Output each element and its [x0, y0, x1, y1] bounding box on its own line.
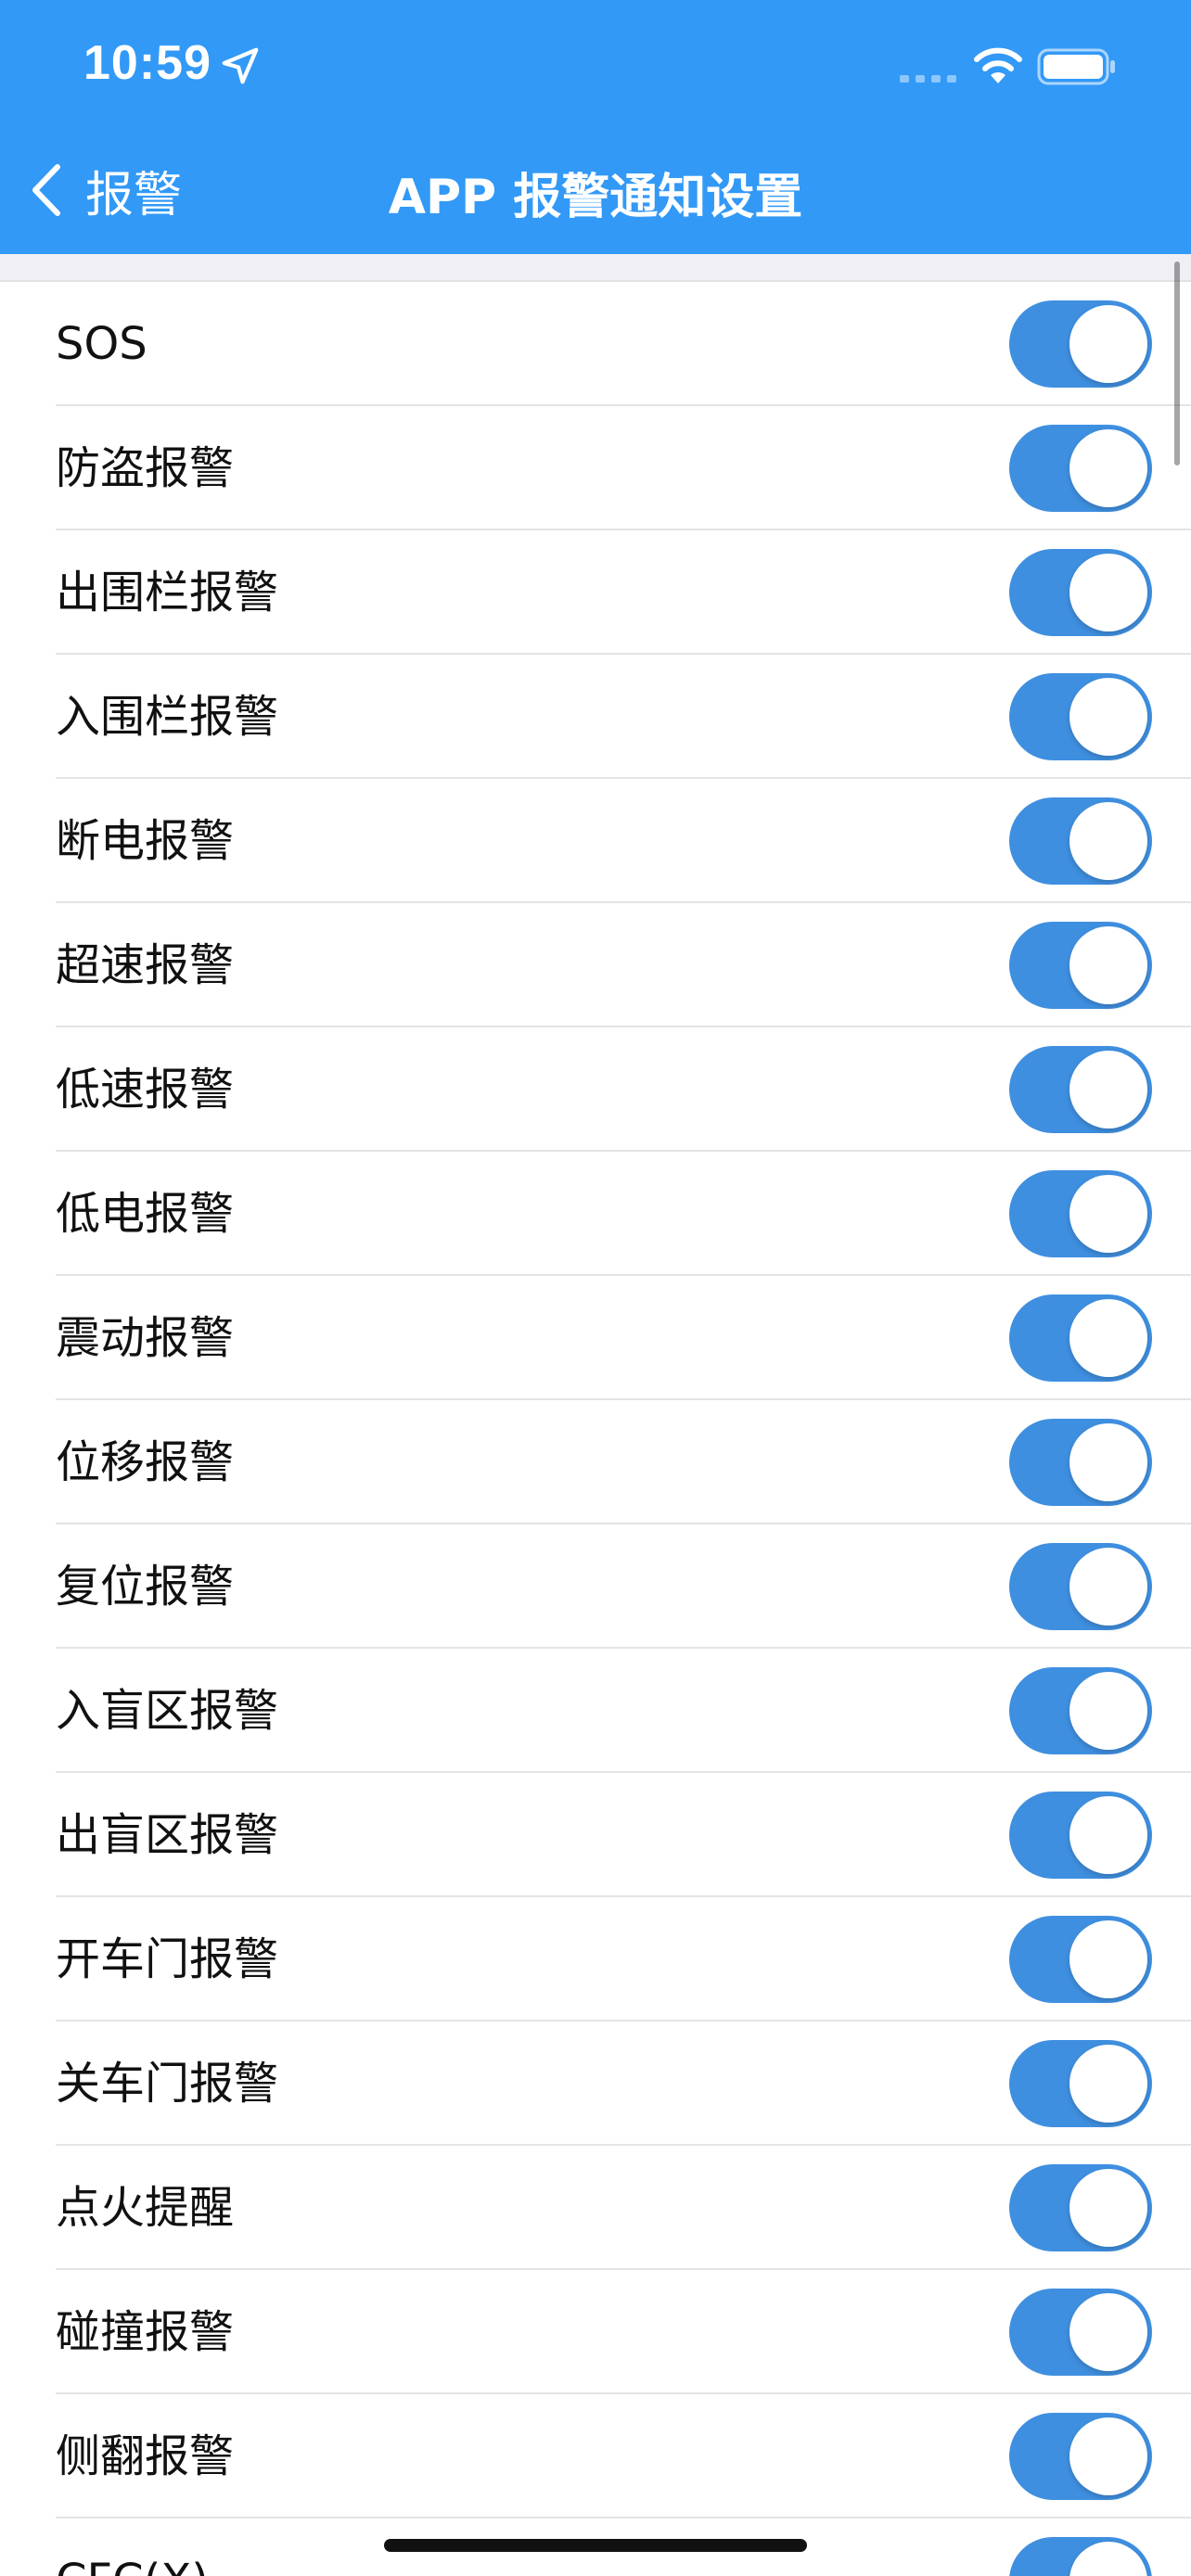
alarm-row: 出盲区报警 [0, 1773, 1191, 1897]
alarm-label: 入盲区报警 [56, 1685, 279, 1737]
alarm-label: SOS [56, 318, 147, 370]
alarm-label: 侧翻报警 [56, 2430, 235, 2482]
alarm-row: 复位报警 [0, 1524, 1191, 1649]
alarm-toggle[interactable] [1009, 1170, 1152, 1257]
toggle-knob [1069, 802, 1147, 880]
alarm-label: 超速报警 [56, 939, 235, 991]
alarm-label: 点火提醒 [56, 2182, 235, 2234]
alarm-row: SOS [0, 282, 1191, 406]
alarm-label: 出盲区报警 [56, 1809, 279, 1861]
alarm-toggle[interactable] [1009, 2040, 1152, 2127]
list-top-spacer [0, 254, 1191, 282]
alarm-toggle[interactable] [1009, 1294, 1152, 1382]
alarm-row: 点火提醒 [0, 2146, 1191, 2270]
alarm-row: 低电报警 [0, 1152, 1191, 1276]
alarm-label: 出围栏报警 [56, 567, 279, 618]
toggle-knob [1069, 2045, 1147, 2123]
alarm-toggle[interactable] [1009, 2413, 1152, 2500]
alarm-row: 位移报警 [0, 1400, 1191, 1524]
alarm-toggle[interactable] [1009, 1792, 1152, 1879]
toggle-knob [1069, 1548, 1147, 1626]
alarm-row: 出围栏报警 [0, 530, 1191, 655]
alarm-toggle[interactable] [1009, 2289, 1152, 2376]
location-arrow-icon [222, 47, 259, 84]
status-time: 10:59 [83, 36, 211, 90]
header: 10:59 报警 APP 报警通知设置 [0, 0, 1191, 254]
alarm-row: 入盲区报警 [0, 1649, 1191, 1773]
alarm-label: 低电报警 [56, 1188, 235, 1240]
alarm-toggle[interactable] [1009, 673, 1152, 760]
alarm-row: 碰撞报警 [0, 2270, 1191, 2394]
alarm-label: 复位报警 [56, 1561, 235, 1613]
battery-icon [1037, 48, 1115, 85]
alarm-toggle[interactable] [1009, 1419, 1152, 1506]
toggle-knob [1069, 1051, 1147, 1129]
alarm-row: 入围栏报警 [0, 655, 1191, 779]
alarm-toggle[interactable] [1009, 1543, 1152, 1630]
toggle-knob [1069, 2293, 1147, 2371]
alarm-toggle[interactable] [1009, 2537, 1152, 2576]
toggle-knob [1069, 1175, 1147, 1253]
alarm-toggle[interactable] [1009, 2164, 1152, 2251]
toggle-knob [1069, 1796, 1147, 1874]
wifi-icon [974, 47, 1022, 83]
toggle-knob [1069, 305, 1147, 383]
alarm-label: 断电报警 [56, 815, 235, 867]
alarm-label: 位移报警 [56, 1436, 235, 1488]
toggle-knob [1069, 2542, 1147, 2576]
home-indicator[interactable] [384, 2539, 807, 2552]
alarm-label: 碰撞报警 [56, 2306, 235, 2358]
alarm-toggle[interactable] [1009, 425, 1152, 512]
scrollbar[interactable] [1174, 261, 1180, 465]
toggle-knob [1069, 1672, 1147, 1750]
toggle-knob [1069, 2417, 1147, 2495]
toggle-knob [1069, 678, 1147, 756]
page-title: APP 报警通知设置 [388, 170, 803, 225]
alarm-row: 断电报警 [0, 779, 1191, 903]
alarm-toggle[interactable] [1009, 1046, 1152, 1133]
alarm-label: 入围栏报警 [56, 691, 279, 743]
alarm-toggle[interactable] [1009, 549, 1152, 636]
alarm-label: 开车门报警 [56, 1933, 279, 1985]
alarm-row: 低速报警 [0, 1027, 1191, 1152]
toggle-knob [1069, 1299, 1147, 1377]
alarm-toggle[interactable] [1009, 300, 1152, 388]
app-screen: 10:59 报警 APP 报警通知设置 SOS 防盗报警 出围栏报警 入围栏报警… [0, 0, 1191, 2576]
alarm-toggle[interactable] [1009, 1916, 1152, 2003]
toggle-knob [1069, 926, 1147, 1004]
alarm-label: 震动报警 [56, 1312, 235, 1364]
alarm-toggle[interactable] [1009, 922, 1152, 1009]
toggle-knob [1069, 554, 1147, 631]
alarm-row: 防盗报警 [0, 406, 1191, 530]
alarm-toggle[interactable] [1009, 797, 1152, 885]
alarm-label: CFC(X) [56, 2519, 209, 2576]
toggle-knob [1069, 2169, 1147, 2247]
alarm-row: 超速报警 [0, 903, 1191, 1027]
alarm-label: 低速报警 [56, 1064, 235, 1116]
toggle-knob [1069, 429, 1147, 507]
alarm-toggle[interactable] [1009, 1667, 1152, 1754]
alarm-settings-list: SOS 防盗报警出围栏报警入围栏报警断电报警超速报警低速报警低电报警震动报警位移报… [0, 282, 1191, 2576]
cellular-signal-icon [900, 75, 956, 83]
alarm-row: 震动报警 [0, 1276, 1191, 1400]
alarm-row: 开车门报警 [0, 1897, 1191, 2021]
alarm-row: 关车门报警 [0, 2021, 1191, 2146]
alarm-row: 侧翻报警 [0, 2394, 1191, 2519]
alarm-label: 关车门报警 [56, 2058, 279, 2110]
alarm-label: 防盗报警 [56, 442, 235, 494]
toggle-knob [1069, 1423, 1147, 1501]
toggle-knob [1069, 1920, 1147, 1998]
